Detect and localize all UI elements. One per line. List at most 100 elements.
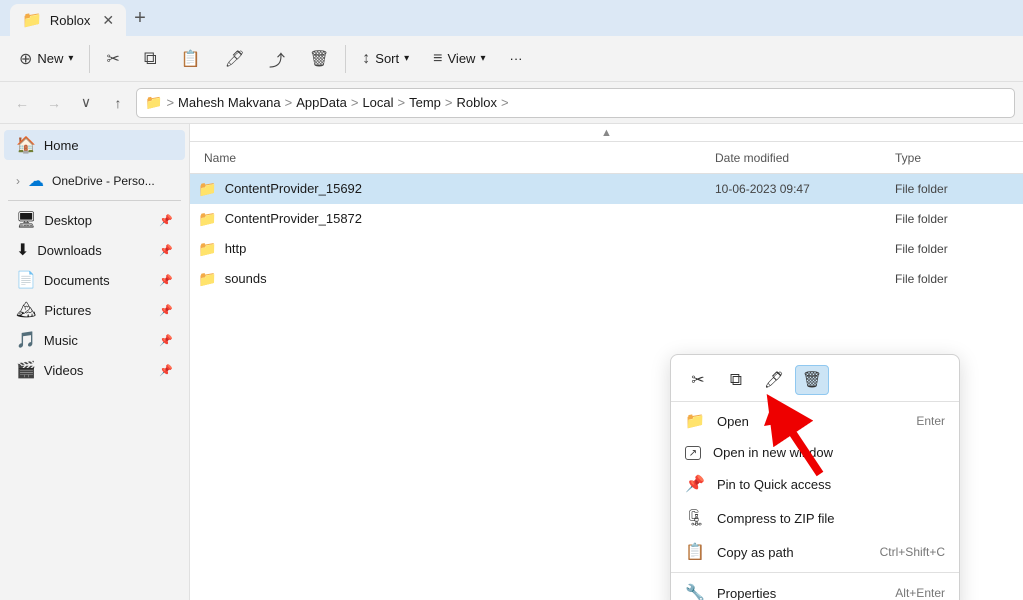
active-tab[interactable]: 📁 Roblox ✕: [10, 4, 126, 36]
paste-button[interactable]: 📋: [170, 43, 212, 75]
folder-icon: 📁: [198, 210, 217, 228]
ctx-copy-path-label: Copy as path: [717, 545, 868, 560]
sidebar-home-label: Home: [44, 138, 79, 153]
header-name[interactable]: Name: [198, 151, 715, 165]
onedrive-icon: ☁: [28, 171, 44, 191]
file-list-header: Name Date modified Type: [190, 142, 1023, 174]
ctx-delete-button[interactable]: 🗑: [795, 365, 829, 395]
ctx-copy-path[interactable]: 📋 Copy as path Ctrl+Shift+C: [671, 535, 959, 569]
rename-button[interactable]: 🖊: [214, 43, 256, 75]
toolbar: ⊕ New ▾ ✂ ⧉ 📋 🖊 ⤴ 🗑 ↕ Sort ▾ ≡ View ▾ ··…: [0, 36, 1023, 82]
pin-desktop-icon: 📌: [159, 214, 173, 227]
new-chevron-icon: ▾: [68, 53, 73, 64]
new-tab-button[interactable]: +: [134, 7, 146, 30]
sidebar-music-label: Music: [44, 333, 78, 348]
sidebar-item-pictures[interactable]: 🏔 Pictures 📌: [4, 295, 185, 325]
cut-button[interactable]: ✂: [95, 43, 130, 75]
sidebar-item-downloads[interactable]: ⬇ Downloads 📌: [4, 235, 185, 265]
view-icon: ≡: [433, 50, 442, 68]
sidebar-documents-label: Documents: [44, 273, 110, 288]
sidebar-item-documents[interactable]: 📄 Documents 📌: [4, 265, 185, 295]
sidebar-item-music[interactable]: 🎵 Music 📌: [4, 325, 185, 355]
delete-icon: 🗑: [309, 49, 329, 69]
breadcrumb-temp[interactable]: Temp: [409, 95, 441, 110]
sidebar: 🏠 Home › ☁ OneDrive - Perso... 🖥 Desktop…: [0, 124, 190, 600]
close-tab-button[interactable]: ✕: [102, 12, 114, 29]
sidebar-item-home[interactable]: 🏠 Home: [4, 130, 185, 160]
ctx-pin-quick-access[interactable]: 📌 Pin to Quick access: [671, 467, 959, 501]
breadcrumb-local[interactable]: Local: [362, 95, 393, 110]
sort-icon: ↕: [362, 50, 370, 68]
paste-icon: 📋: [181, 49, 201, 69]
copy-icon: ⧉: [144, 48, 157, 69]
sidebar-onedrive-label: OneDrive - Perso...: [52, 174, 155, 188]
folder-icon: 📁: [198, 270, 217, 288]
ctx-cut-button[interactable]: ✂: [681, 365, 715, 395]
table-row[interactable]: 📁 ContentProvider_15692 10-06-2023 09:47…: [190, 174, 1023, 204]
nav-expand-button[interactable]: ∨: [72, 89, 100, 117]
up-button[interactable]: ↑: [104, 89, 132, 117]
header-date[interactable]: Date modified: [715, 151, 895, 165]
view-button[interactable]: ≡ View ▾: [422, 44, 496, 74]
table-row[interactable]: 📁 ContentProvider_15872 File folder: [190, 204, 1023, 234]
delete-button[interactable]: 🗑: [298, 43, 340, 75]
sort-chevron-icon: ▾: [404, 53, 409, 64]
breadcrumb-roblox[interactable]: Roblox: [457, 95, 497, 110]
ctx-cut-icon: ✂: [691, 370, 704, 390]
sidebar-item-desktop[interactable]: 🖥 Desktop 📌: [4, 205, 185, 235]
collapse-icon: ▲: [601, 127, 612, 139]
back-button[interactable]: ←: [8, 89, 36, 117]
file-type: File folder: [895, 182, 1015, 196]
ctx-compress-zip[interactable]: 🗜 Compress to ZIP file: [671, 501, 959, 535]
breadcrumb[interactable]: 📁 > Mahesh Makvana > AppData > Local > T…: [136, 88, 1015, 118]
ctx-delete-icon: 🗑: [802, 370, 822, 390]
pin-videos-icon: 📌: [159, 364, 173, 377]
ctx-open-new-window[interactable]: ↗ Open in new window: [671, 438, 959, 467]
sidebar-item-videos[interactable]: 🎬 Videos 📌: [4, 355, 185, 385]
ctx-pin-label: Pin to Quick access: [717, 477, 945, 492]
ctx-open-label: Open: [717, 414, 904, 429]
view-label: View: [448, 51, 476, 66]
header-type[interactable]: Type: [895, 151, 1015, 165]
file-panel: ▲ Name Date modified Type 📁 ContentProvi…: [190, 124, 1023, 600]
more-label: ···: [509, 51, 522, 66]
sort-button[interactable]: ↕ Sort ▾: [351, 44, 420, 74]
sidebar-item-onedrive[interactable]: › ☁ OneDrive - Perso...: [4, 166, 185, 196]
sidebar-desktop-label: Desktop: [44, 213, 92, 228]
ctx-rename-button[interactable]: 🖊: [757, 365, 791, 395]
file-name: ContentProvider_15692: [225, 181, 715, 196]
collapse-bar[interactable]: ▲: [190, 124, 1023, 142]
more-button[interactable]: ···: [498, 45, 533, 72]
ctx-properties[interactable]: 🔧 Properties Alt+Enter: [671, 576, 959, 600]
new-label: New: [37, 51, 63, 66]
pin-documents-icon: 📌: [159, 274, 173, 287]
view-chevron-icon: ▾: [480, 53, 485, 64]
ctx-copy-path-icon: 📋: [685, 542, 705, 562]
file-type: File folder: [895, 272, 1015, 286]
share-icon: ⤴: [269, 47, 285, 71]
sidebar-videos-label: Videos: [44, 363, 84, 378]
ctx-copy-button[interactable]: ⧉: [719, 365, 753, 395]
file-date: 10-06-2023 09:47: [715, 182, 895, 196]
table-row[interactable]: 📁 sounds File folder: [190, 264, 1023, 294]
file-name: sounds: [225, 271, 715, 286]
ctx-open-shortcut: Enter: [916, 414, 945, 428]
breadcrumb-mahesh[interactable]: Mahesh Makvana: [178, 95, 281, 110]
new-button[interactable]: ⊕ New ▾: [8, 43, 84, 75]
ctx-divider: [671, 572, 959, 573]
forward-button[interactable]: →: [40, 89, 68, 117]
breadcrumb-appdata[interactable]: AppData: [296, 95, 347, 110]
toolbar-divider-2: [345, 45, 346, 73]
ctx-properties-icon: 🔧: [685, 583, 705, 600]
tab-folder-icon: 📁: [22, 10, 42, 30]
ctx-properties-label: Properties: [717, 586, 883, 600]
sidebar-downloads-label: Downloads: [37, 243, 101, 258]
share-button[interactable]: ⤴: [258, 41, 296, 77]
copy-button[interactable]: ⧉: [133, 42, 168, 75]
table-row[interactable]: 📁 http File folder: [190, 234, 1023, 264]
sort-label: Sort: [375, 51, 399, 66]
context-menu: ✂ ⧉ 🖊 🗑 📁 Open Enter ↗ Open in new w: [670, 354, 960, 600]
home-icon: 🏠: [16, 135, 36, 155]
ctx-open[interactable]: 📁 Open Enter: [671, 404, 959, 438]
file-name: http: [225, 241, 715, 256]
